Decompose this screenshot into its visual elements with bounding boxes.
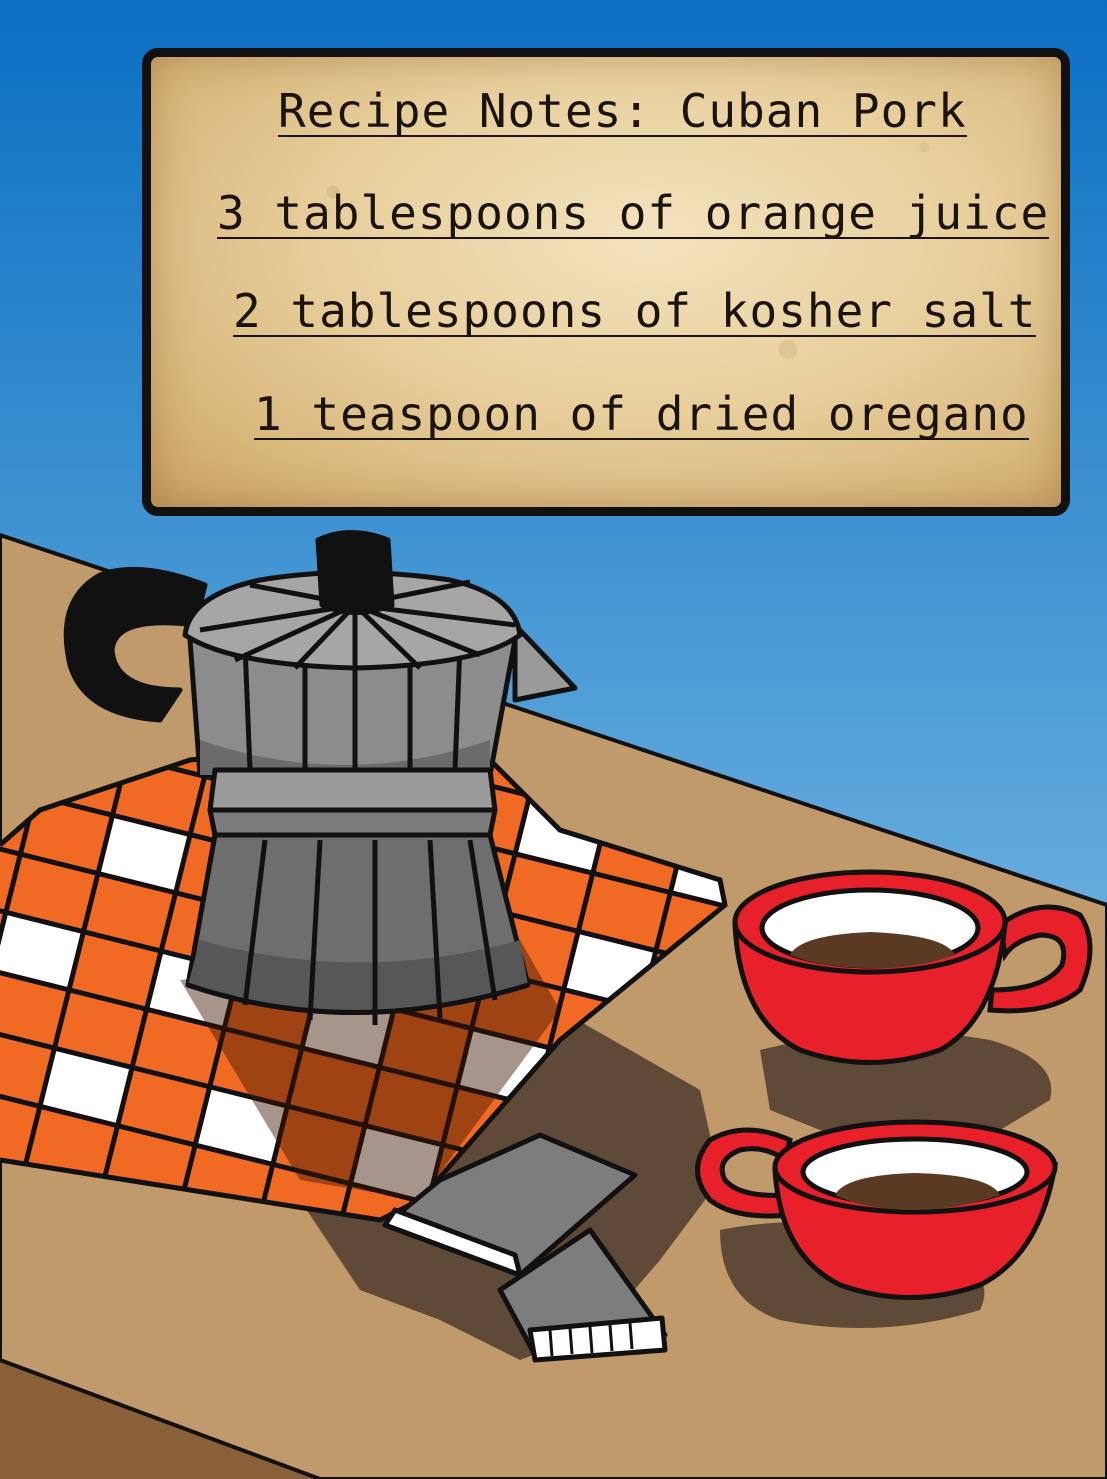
ingredient-line-3: 1 teaspoon of dried oregano — [254, 387, 1029, 441]
recipe-notes-card: Recipe Notes: Cuban Pork 3 tablespoons o… — [142, 48, 1070, 516]
moka-pot-knob — [315, 530, 395, 615]
ingredient-line-1: 3 tablespoons of orange juice — [217, 186, 1050, 240]
ingredient-line-2: 2 tablespoons of kosher salt — [233, 284, 1037, 338]
recipe-title: Recipe Notes: Cuban Pork — [278, 84, 967, 138]
